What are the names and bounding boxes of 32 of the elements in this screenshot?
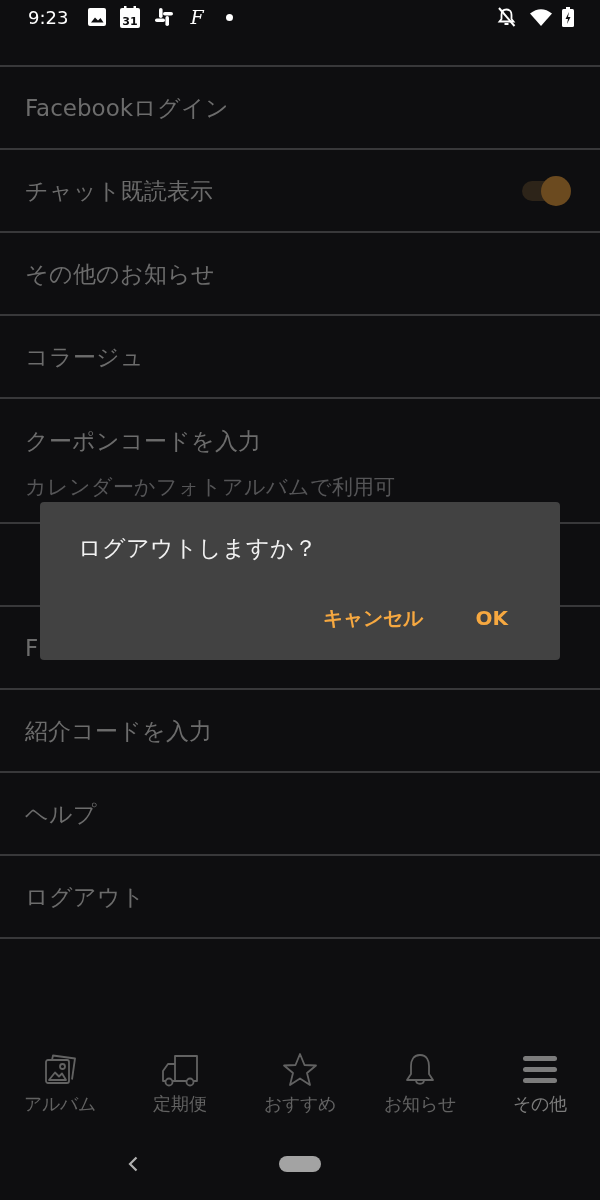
truck-icon xyxy=(161,1052,199,1088)
nav-tab[interactable]: その他 xyxy=(480,1040,600,1135)
nav-tab[interactable]: おすすめ xyxy=(240,1040,360,1135)
setting-label[interactable]: コラージュ xyxy=(25,341,144,372)
battery-charging-icon xyxy=(562,7,574,27)
back-icon[interactable] xyxy=(128,1155,138,1172)
setting-label[interactable]: ログアウト xyxy=(25,881,145,912)
setting-label[interactable]: クーポンコードを入力 xyxy=(25,426,261,456)
status-time: 9:23 xyxy=(28,6,69,28)
setting-label[interactable]: 紹介コードを入力 xyxy=(25,715,212,746)
toggle-switch[interactable] xyxy=(520,175,571,206)
setting-label[interactable]: チャット既読表示 xyxy=(25,175,213,206)
setting-label[interactable]: Facebookログイン xyxy=(25,92,230,123)
setting-description: カレンダーかフォトアルバムで利用可 xyxy=(25,474,395,501)
setting-label[interactable]: その他のお知らせ xyxy=(25,258,215,289)
pinwheel-icon xyxy=(154,7,175,27)
image-icon xyxy=(88,8,107,26)
nav-tab[interactable]: お知らせ xyxy=(360,1040,480,1135)
nav-tab[interactable]: 定期便 xyxy=(120,1040,240,1135)
bell-off-icon xyxy=(497,7,516,27)
star-icon xyxy=(282,1052,318,1088)
calendar-icon: 31 xyxy=(120,6,141,28)
nav-tab[interactable]: アルバム xyxy=(0,1040,120,1135)
setting-label[interactable]: ヘルプ xyxy=(25,798,97,829)
home-button[interactable] xyxy=(279,1155,321,1172)
notification-dot-icon xyxy=(225,13,233,21)
dialog-message: ログアウトしますか？ xyxy=(78,534,317,563)
app-letter: F xyxy=(190,6,204,28)
setting-label[interactable]: F xyxy=(25,632,39,663)
cancel-button[interactable]: キャンセル xyxy=(310,596,435,640)
ok-button[interactable]: OK xyxy=(463,596,520,640)
wifi-icon xyxy=(530,8,552,26)
